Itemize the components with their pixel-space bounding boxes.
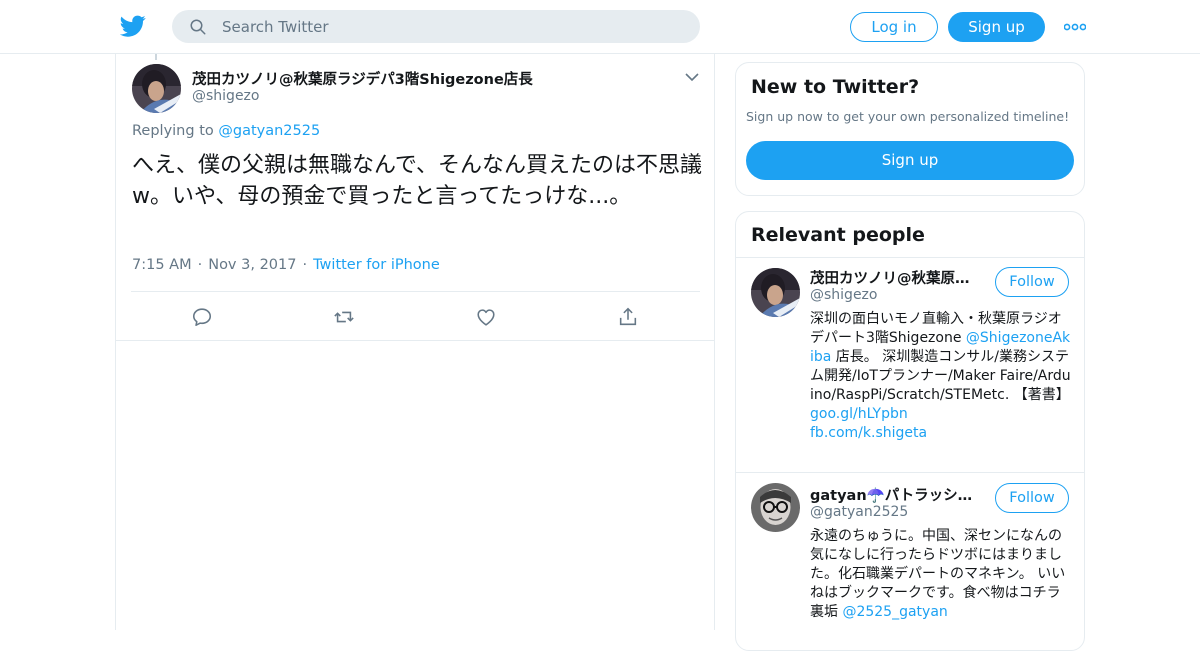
more-dots-icon[interactable] — [1064, 18, 1086, 36]
person-name[interactable]: gatyan☂️パトラッシュ… — [810, 484, 982, 505]
like-icon[interactable] — [475, 306, 497, 328]
top-navigation-bar: Log in Sign up — [0, 0, 1200, 54]
new-to-twitter-subtitle: Sign up now to get your own personalized… — [746, 109, 1070, 124]
person-handle[interactable]: @shigezo — [810, 287, 877, 303]
replying-to: Replying to @gatyan2525 — [132, 123, 320, 139]
author-name[interactable]: 茂田カツノリ@秋葉原ラジデパ3階Shigezone店長 — [192, 68, 533, 89]
relevant-people-title: Relevant people — [751, 224, 925, 246]
tweet-time[interactable]: 7:15 AM — [132, 257, 192, 273]
search-box[interactable] — [172, 10, 700, 43]
bio-mention-link[interactable]: @2525_gatyan — [842, 604, 947, 620]
tweet-text: へえ、僕の父親は無職なんで、そんなん買えたのは不思議w。いや、母の預金で買ったと… — [132, 153, 703, 209]
divider — [131, 291, 700, 292]
sidebar-signup-button[interactable]: Sign up — [746, 141, 1074, 180]
person-name[interactable]: 茂田カツノリ@秋葉原… — [810, 267, 982, 288]
avatar[interactable] — [132, 64, 181, 113]
login-button[interactable]: Log in — [850, 12, 938, 42]
replying-to-link[interactable]: @gatyan2525 — [218, 123, 320, 139]
person-handle[interactable]: @gatyan2525 — [810, 504, 908, 520]
divider — [736, 472, 1084, 473]
avatar[interactable] — [751, 483, 800, 532]
search-input[interactable] — [222, 10, 682, 43]
retweet-icon[interactable] — [333, 306, 355, 328]
follow-button[interactable]: Follow — [995, 483, 1069, 513]
thread-connector-line — [155, 54, 157, 60]
tweet-date[interactable]: Nov 3, 2017 — [208, 257, 296, 273]
tweet-detail: 茂田カツノリ@秋葉原ラジデパ3階Shigezone店長 @shigezo Rep… — [115, 54, 715, 630]
avatar[interactable] — [751, 268, 800, 317]
twitter-bird-icon[interactable] — [120, 13, 146, 39]
bio-text: 店長。 深圳製造コンサル/業務システム開発/IoTプランナー/Maker Fai… — [810, 349, 1071, 403]
bio-url-link[interactable]: fb.com/k.shigeta — [810, 425, 927, 441]
author-handle[interactable]: @shigezo — [192, 88, 259, 104]
person-bio: 永遠のちゅうに。中国、深センになんの気になしに行ったらドツボにはまりました。化石… — [810, 527, 1072, 622]
tweet-metadata: 7:15 AM · Nov 3, 2017 · Twitter for iPhone — [132, 257, 440, 273]
divider — [736, 257, 1084, 258]
search-icon — [190, 19, 206, 35]
relevant-people-card: Relevant people 茂田カツノリ@秋葉原… @shigezo Fol… — [735, 211, 1085, 651]
signup-button[interactable]: Sign up — [948, 12, 1045, 42]
reply-icon[interactable] — [191, 306, 213, 328]
chevron-down-icon[interactable] — [684, 70, 700, 84]
divider — [116, 340, 714, 341]
new-to-twitter-card: New to Twitter? Sign up now to get your … — [735, 62, 1085, 196]
replying-label: Replying to — [132, 123, 214, 139]
follow-button[interactable]: Follow — [995, 267, 1069, 297]
tweet-client-link[interactable]: Twitter for iPhone — [313, 257, 440, 273]
person-bio: 深圳の面白いモノ直輸入・秋葉原ラジオデパート3階Shigezone @Shige… — [810, 310, 1072, 443]
new-to-twitter-title: New to Twitter? — [751, 76, 920, 98]
share-icon[interactable] — [617, 306, 639, 328]
bio-url-link[interactable]: goo.gl/hLYpbn — [810, 406, 908, 422]
